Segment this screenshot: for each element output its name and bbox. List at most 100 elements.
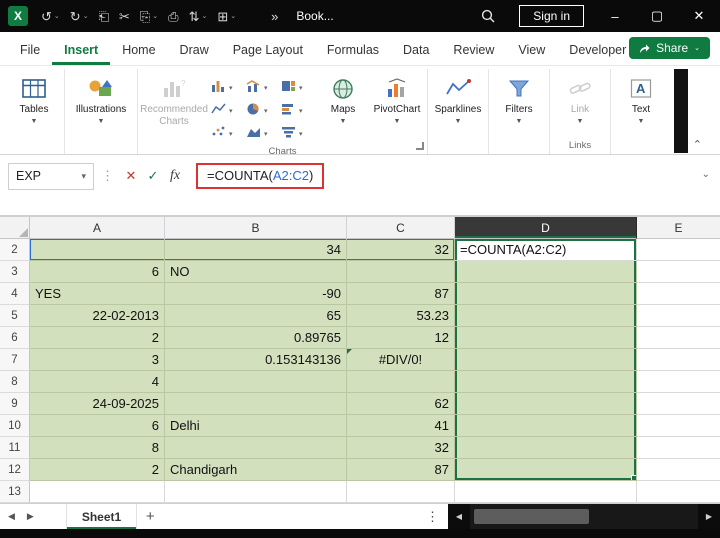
cell-C7[interactable]: #DIV/0!	[347, 349, 455, 371]
tab-developer[interactable]: Developer	[557, 35, 638, 65]
excel-app-icon[interactable]: X	[8, 6, 28, 26]
hierarchy-chart-button[interactable]: ▾	[279, 76, 314, 99]
column-header-B[interactable]: B	[165, 217, 347, 239]
tab-file[interactable]: File	[8, 35, 52, 65]
share-button[interactable]: Share ⌄	[629, 37, 710, 59]
row-header-10[interactable]: 10	[0, 415, 30, 437]
cell-D9[interactable]	[455, 393, 637, 415]
cell-D7[interactable]	[455, 349, 637, 371]
grid-button[interactable]: ⊞ ⌄	[212, 3, 241, 29]
cell-B10[interactable]: Delhi	[165, 415, 347, 437]
paste-button[interactable]: ⎗	[94, 3, 114, 29]
cell-D2[interactable]: =COUNTA(A2:C2)	[455, 239, 637, 261]
row-header-3[interactable]: 3	[0, 261, 30, 283]
cell-D11[interactable]	[455, 437, 637, 459]
next-sheet-button[interactable]: ▶	[27, 511, 34, 522]
sparklines-button[interactable]: Sparklines ▼	[431, 69, 485, 125]
cell-C9[interactable]: 62	[347, 393, 455, 415]
cell-E9[interactable]	[637, 393, 720, 415]
sheet-tab-sheet1[interactable]: Sheet1	[65, 504, 138, 529]
cell-C3[interactable]	[347, 261, 455, 283]
cell-A9[interactable]: 24-09-2025	[30, 393, 165, 415]
cell-C8[interactable]	[347, 371, 455, 393]
row-header-13[interactable]: 13	[0, 481, 30, 503]
recommended-charts-button[interactable]: ? Recommended Charts	[140, 69, 208, 127]
cell-B5[interactable]: 65	[165, 305, 347, 327]
insert-function-button[interactable]: fx	[164, 168, 186, 184]
cell-C5[interactable]: 53.23	[347, 305, 455, 327]
cell-E6[interactable]	[637, 327, 720, 349]
scroll-left-button[interactable]: ◀	[448, 512, 470, 521]
cell-C4[interactable]: 87	[347, 283, 455, 305]
cell-E2[interactable]	[637, 239, 720, 261]
cell-E13[interactable]	[637, 481, 720, 503]
tab-data[interactable]: Data	[391, 35, 441, 65]
cell-D4[interactable]	[455, 283, 637, 305]
tab-view[interactable]: View	[506, 35, 557, 65]
column-header-D[interactable]: D	[455, 217, 637, 239]
scroll-right-button[interactable]: ▶	[698, 512, 720, 521]
filters-button[interactable]: Filters ▼	[492, 69, 546, 125]
row-header-11[interactable]: 11	[0, 437, 30, 459]
cancel-button[interactable]: ✕	[120, 168, 142, 184]
cell-B3[interactable]: NO	[165, 261, 347, 283]
cell-E12[interactable]	[637, 459, 720, 481]
cell-C12[interactable]: 87	[347, 459, 455, 481]
cell-B2[interactable]: 34	[165, 239, 347, 261]
cell-B9[interactable]	[165, 393, 347, 415]
close-button[interactable]: ✕	[678, 0, 720, 32]
row-header-7[interactable]: 7	[0, 349, 30, 371]
name-box[interactable]: EXP ▾	[8, 162, 94, 190]
cut-button[interactable]: ✂	[114, 3, 135, 29]
toolbar-overflow-button[interactable]: »	[267, 9, 282, 24]
cell-B7[interactable]: 0.153143136	[165, 349, 347, 371]
tab-draw[interactable]: Draw	[168, 35, 221, 65]
column-header-C[interactable]: C	[347, 217, 455, 239]
row-header-9[interactable]: 9	[0, 393, 30, 415]
formula-bar-handle[interactable]: ⋮	[101, 168, 114, 184]
cell-D12[interactable]	[455, 459, 637, 481]
illustrations-button[interactable]: Illustrations ▼	[68, 69, 134, 125]
cell-B6[interactable]: 0.89765	[165, 327, 347, 349]
minimize-button[interactable]: –	[594, 0, 636, 32]
sign-in-button[interactable]: Sign in	[519, 5, 584, 27]
cell-E8[interactable]	[637, 371, 720, 393]
cell-B4[interactable]: -90	[165, 283, 347, 305]
cell-D8[interactable]	[455, 371, 637, 393]
formula-input[interactable]: =COUNTA(A2:C2)	[207, 168, 313, 183]
cell-E7[interactable]	[637, 349, 720, 371]
chevron-down-icon[interactable]: ▾	[81, 171, 86, 182]
cell-A6[interactable]: 2	[30, 327, 165, 349]
column-header-A[interactable]: A	[30, 217, 165, 239]
cell-B8[interactable]	[165, 371, 347, 393]
cell-E3[interactable]	[637, 261, 720, 283]
column-header-E[interactable]: E	[637, 217, 720, 239]
cell-A11[interactable]: 8	[30, 437, 165, 459]
scrollbar-thumb[interactable]	[474, 509, 589, 524]
scatter-chart-button[interactable]: ▾	[209, 122, 244, 145]
expand-formula-bar-button[interactable]: ⌄	[702, 169, 710, 180]
print-button[interactable]: ⎙	[163, 3, 183, 29]
row-header-6[interactable]: 6	[0, 327, 30, 349]
pie-chart-button[interactable]: ▾	[244, 99, 279, 122]
tables-button[interactable]: Tables ▼	[7, 69, 61, 125]
cell-B12[interactable]: Chandigarh	[165, 459, 347, 481]
sheet-options-icon[interactable]: ⋮	[417, 504, 448, 529]
cell-E5[interactable]	[637, 305, 720, 327]
row-header-5[interactable]: 5	[0, 305, 30, 327]
enter-button[interactable]: ✓	[142, 168, 164, 184]
cell-D6[interactable]	[455, 327, 637, 349]
search-icon[interactable]	[467, 9, 509, 23]
tab-formulas[interactable]: Formulas	[315, 35, 391, 65]
cell-A4[interactable]: YES	[30, 283, 165, 305]
cell-B13[interactable]	[165, 481, 347, 503]
cell-E10[interactable]	[637, 415, 720, 437]
bar-chart-button[interactable]: ▾	[279, 99, 314, 122]
cell-C10[interactable]: 41	[347, 415, 455, 437]
cell-D10[interactable]	[455, 415, 637, 437]
row-header-12[interactable]: 12	[0, 459, 30, 481]
previous-sheet-button[interactable]: ◀	[8, 511, 15, 522]
copy-button[interactable]: ⎘ ⌄	[135, 3, 163, 29]
cell-E11[interactable]	[637, 437, 720, 459]
pivotchart-button[interactable]: PivotChart ▼	[370, 69, 424, 125]
